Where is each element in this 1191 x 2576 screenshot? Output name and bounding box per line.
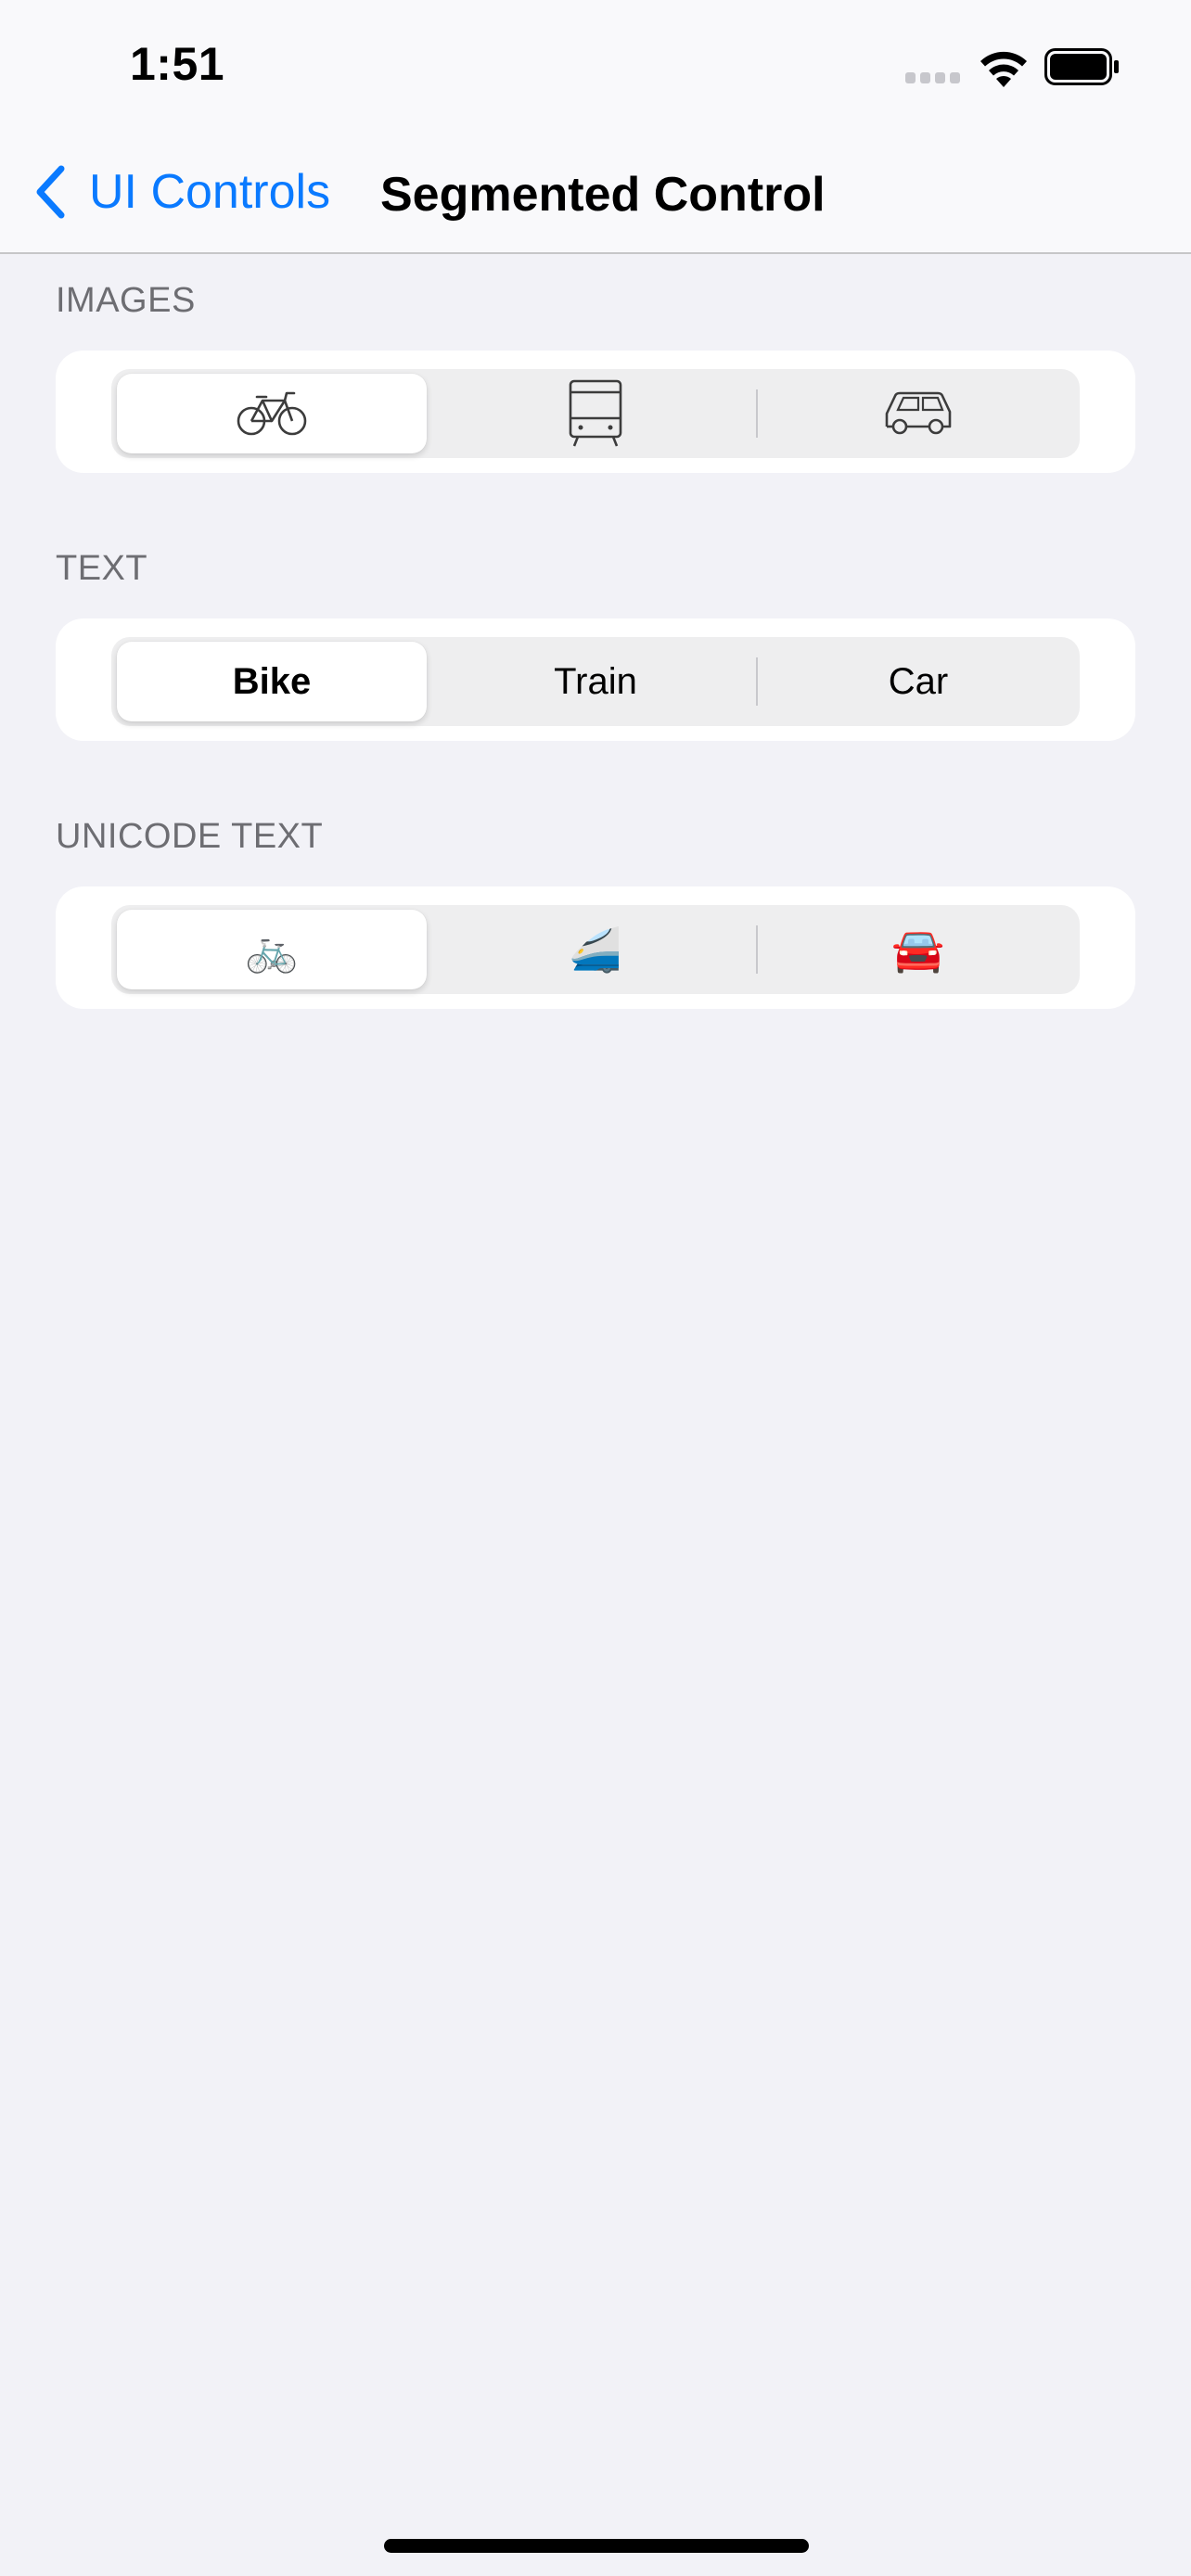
battery-icon bbox=[1044, 48, 1119, 85]
segment-car[interactable]: Car bbox=[757, 637, 1080, 726]
segment-train[interactable]: Train bbox=[434, 637, 757, 726]
segment-bicycle-emoji[interactable]: 🚲 bbox=[117, 910, 427, 989]
page-title: Segmented Control bbox=[380, 168, 826, 222]
home-indicator[interactable] bbox=[384, 2539, 809, 2553]
unicode-segmented-control: 🚄 🚘 🚲 bbox=[111, 905, 1080, 994]
back-button[interactable]: UI Controls bbox=[32, 161, 330, 223]
segment-tram[interactable] bbox=[434, 369, 757, 458]
section-header-text: TEXT bbox=[56, 549, 148, 588]
car-icon bbox=[885, 391, 952, 435]
text-card: Train Car Bike bbox=[56, 618, 1135, 741]
segment-car[interactable] bbox=[757, 369, 1080, 458]
back-button-label: UI Controls bbox=[89, 165, 331, 219]
section-header-unicode-text: UNICODE TEXT bbox=[56, 817, 324, 856]
wifi-icon bbox=[980, 51, 1027, 87]
tram-icon bbox=[569, 379, 622, 447]
section-header-images: IMAGES bbox=[56, 281, 196, 320]
unicode-card: 🚄 🚘 🚲 bbox=[56, 886, 1135, 1009]
images-segmented-control bbox=[111, 369, 1080, 458]
screen: 1:51 UI Controls Segmented Control IMAGE… bbox=[0, 0, 1191, 2576]
segment-high-speed-train[interactable]: 🚄 bbox=[434, 905, 757, 994]
bicycle-icon bbox=[237, 391, 307, 436]
status-time: 1:51 bbox=[130, 38, 225, 90]
navigation-bar: UI Controls Segmented Control bbox=[0, 139, 1191, 254]
images-card bbox=[56, 351, 1135, 473]
text-segmented-control: Train Car Bike bbox=[111, 637, 1080, 726]
chevron-left-icon bbox=[36, 165, 65, 219]
segment-oncoming-car[interactable]: 🚘 bbox=[757, 905, 1080, 994]
segment-bicycle[interactable] bbox=[117, 374, 427, 453]
cellular-signal-icon bbox=[905, 72, 961, 85]
segment-bike[interactable]: Bike bbox=[117, 642, 427, 721]
status-bar: 1:51 bbox=[0, 0, 1191, 139]
